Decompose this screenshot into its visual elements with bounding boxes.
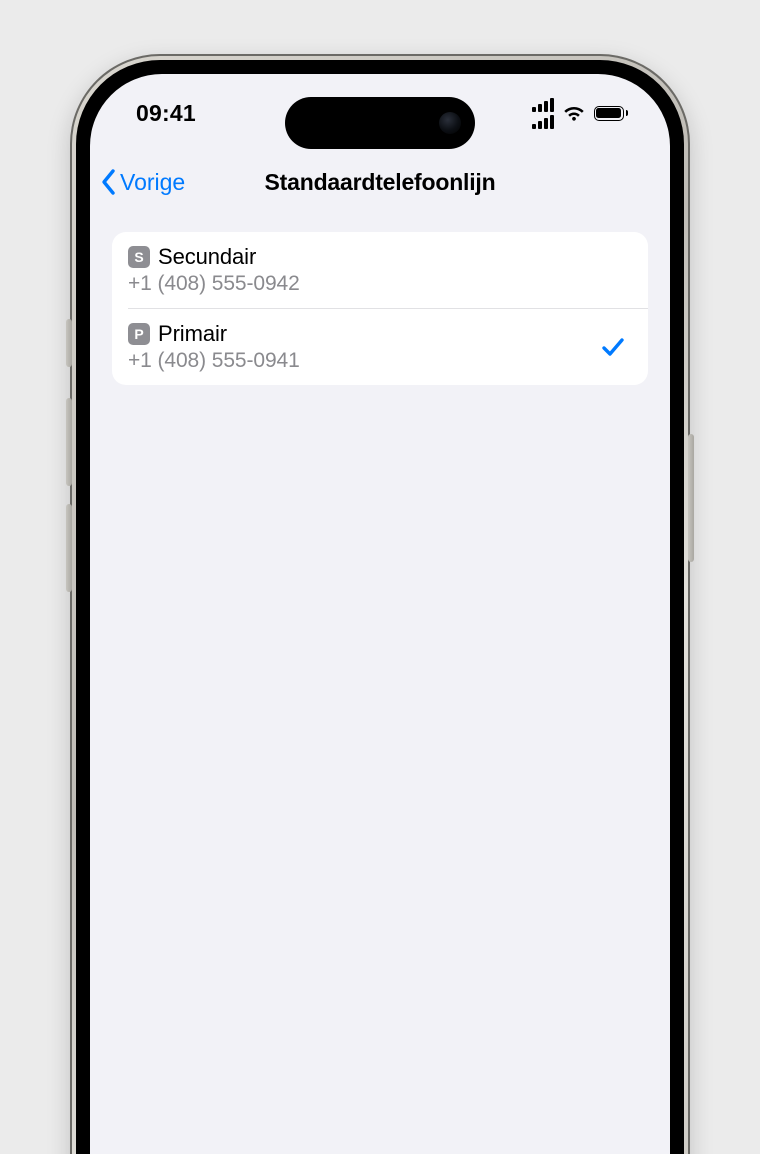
line-label: Secundair [158, 244, 256, 270]
lines-group: S Secundair +1 (408) 555-0942 P Primair [112, 232, 648, 385]
side-button [688, 434, 694, 562]
sim-badge-icon: P [128, 323, 150, 345]
line-label: Primair [158, 321, 227, 347]
phone-bezel: 09:41 [76, 60, 684, 1154]
volume-up-button [66, 398, 72, 486]
status-time: 09:41 [136, 100, 196, 127]
line-row-left: P Primair +1 (408) 555-0941 [128, 321, 600, 373]
silence-switch [66, 319, 72, 367]
page-title: Standaardtelefoonlijn [265, 169, 496, 196]
line-row-secondary[interactable]: S Secundair +1 (408) 555-0942 [112, 232, 648, 308]
checkmark-icon [600, 334, 626, 360]
back-button[interactable]: Vorige [100, 168, 185, 196]
line-row-left: S Secundair +1 (408) 555-0942 [128, 244, 632, 296]
screen: 09:41 [90, 74, 670, 1154]
content: S Secundair +1 (408) 555-0942 P Primair [112, 232, 648, 385]
battery-icon [594, 106, 629, 121]
back-label: Vorige [120, 169, 185, 196]
wifi-icon [562, 104, 586, 122]
stage: 09:41 [0, 0, 760, 1154]
sim-badge-icon: S [128, 246, 150, 268]
cellular-signal-icon [532, 98, 554, 129]
status-bar: 09:41 [90, 74, 670, 152]
volume-down-button [66, 504, 72, 592]
line-label-line: P Primair [128, 321, 600, 347]
chevron-left-icon [100, 168, 118, 196]
line-number: +1 (408) 555-0941 [128, 349, 600, 373]
status-right [532, 98, 629, 129]
line-number: +1 (408) 555-0942 [128, 272, 632, 296]
line-label-line: S Secundair [128, 244, 632, 270]
navigation-bar: Vorige Standaardtelefoonlijn [90, 152, 670, 212]
line-row-primary[interactable]: P Primair +1 (408) 555-0941 [128, 308, 648, 385]
phone-frame: 09:41 [70, 54, 690, 1154]
